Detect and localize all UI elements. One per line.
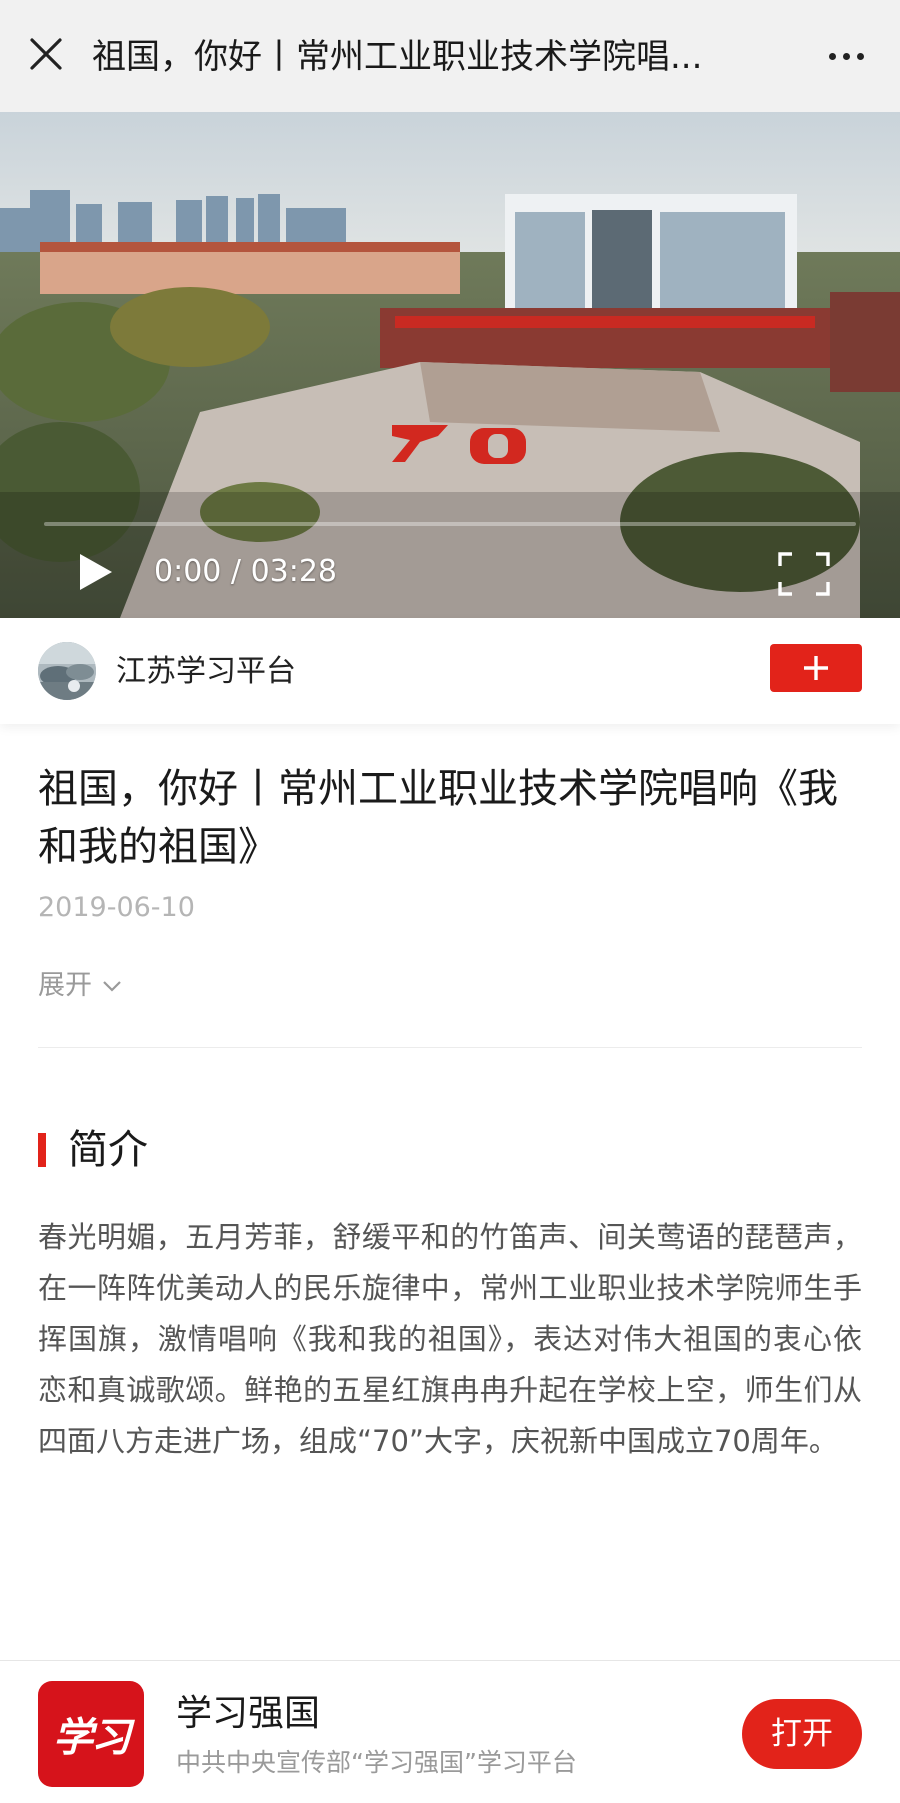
plus-icon bbox=[804, 656, 828, 680]
more-options-button[interactable] bbox=[818, 34, 874, 78]
section-heading: 简介 bbox=[68, 1127, 148, 1173]
divider bbox=[38, 1047, 862, 1048]
video-player[interactable]: 0:00 / 03:28 bbox=[0, 112, 900, 618]
top-nav-bar: 祖国，你好丨常州工业职业技术学院唱... bbox=[0, 0, 900, 112]
more-dot bbox=[842, 52, 850, 60]
section-marker bbox=[38, 1133, 46, 1167]
video-progress-bar[interactable] bbox=[44, 522, 856, 526]
app-download-banner: 学习 学习强国 中共中央宣传部“学习强国”学习平台 打开 bbox=[0, 1660, 900, 1803]
intro-paragraph: 春光明媚，五月芳菲，舒缓平和的竹笛声、间关莺语的琵琶声，在一阵阵优美动人的民乐旋… bbox=[38, 1220, 862, 1458]
close-button[interactable] bbox=[22, 30, 70, 78]
expand-button[interactable]: 展开 bbox=[38, 966, 122, 1006]
chevron-down-icon bbox=[103, 981, 121, 992]
app-logo: 学习 bbox=[38, 1681, 144, 1787]
video-time: 0:00 / 03:28 bbox=[154, 552, 337, 592]
fullscreen-button[interactable] bbox=[778, 552, 830, 596]
page-title: 祖国，你好丨常州工业职业技术学院唱... bbox=[92, 37, 703, 77]
app-description: 中共中央宣传部“学习强国”学习平台 bbox=[176, 1748, 577, 1777]
channel-avatar-image bbox=[38, 642, 96, 700]
expand-label: 展开 bbox=[38, 970, 92, 1001]
fullscreen-icon bbox=[778, 552, 830, 596]
close-icon bbox=[30, 38, 62, 70]
play-button[interactable] bbox=[76, 552, 116, 592]
video-duration: 03:28 bbox=[250, 554, 338, 589]
follow-button[interactable] bbox=[770, 644, 862, 692]
app-logo-text: 学习 bbox=[53, 1714, 131, 1761]
play-icon bbox=[80, 554, 112, 590]
more-dot bbox=[856, 52, 864, 60]
video-time-separator: / bbox=[221, 554, 251, 589]
channel-name[interactable]: 江苏学习平台 bbox=[116, 644, 296, 700]
channel-bar: 江苏学习平台 bbox=[0, 618, 900, 724]
article-date: 2019-06-10 bbox=[38, 892, 195, 923]
video-thumbnail bbox=[0, 112, 900, 618]
more-dots-icon bbox=[828, 52, 836, 60]
article-title: 祖国，你好丨常州工业职业技术学院唱响《我和我的祖国》 bbox=[38, 766, 838, 870]
app-name: 学习强国 bbox=[176, 1693, 321, 1734]
video-current-time: 0:00 bbox=[154, 554, 222, 589]
open-app-button[interactable]: 打开 bbox=[742, 1699, 862, 1769]
avatar[interactable] bbox=[38, 642, 96, 700]
